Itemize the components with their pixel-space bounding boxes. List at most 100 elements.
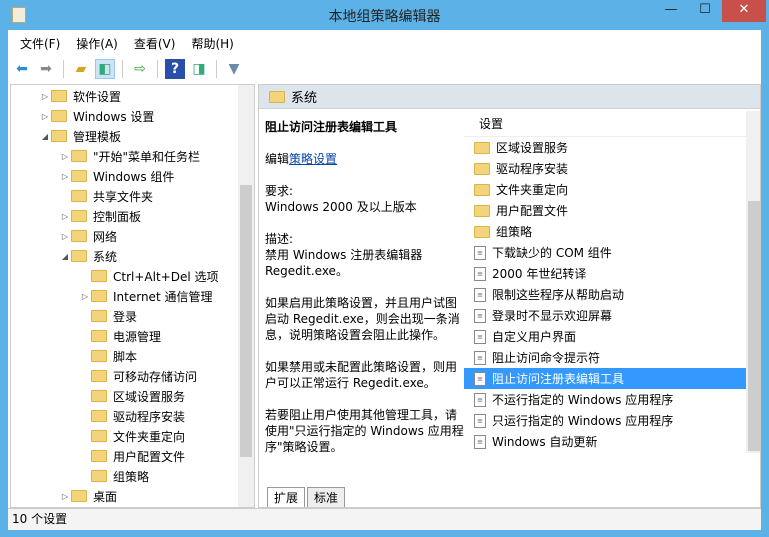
list-item[interactable]: ≡ 不运行指定的 Windows 应用程序 <box>464 389 746 410</box>
list-item[interactable]: ≡ 只运行指定的 Windows 应用程序 <box>464 410 746 431</box>
folder-icon <box>91 330 107 342</box>
up-folder-icon[interactable]: ▰ <box>71 59 91 79</box>
description-text: 禁用 Windows 注册表编辑器 Regedit.exe。 <box>265 248 423 278</box>
tree-item[interactable]: 组策略 <box>79 466 149 486</box>
tree-item[interactable]: Ctrl+Alt+Del 选项 <box>79 266 218 286</box>
tree-item-label: 控制面板 <box>93 209 142 224</box>
scroll-thumb[interactable] <box>748 201 760 451</box>
tree-item[interactable]: 共享文件夹 <box>59 186 153 206</box>
list-item[interactable]: ≡ 下载缺少的 COM 组件 <box>464 242 746 263</box>
expand-arrow-icon[interactable]: ▷ <box>59 492 71 501</box>
policy-icon: ≡ <box>474 392 486 407</box>
list-item[interactable]: ≡ Windows 自动更新 <box>464 431 746 452</box>
folder-icon <box>91 350 107 362</box>
list-item[interactable]: ≡ 限制这些程序从帮助启动 <box>464 284 746 305</box>
tree-item[interactable]: 区域设置服务 <box>79 386 185 406</box>
list-scrollbar[interactable] <box>746 111 760 453</box>
folder-icon <box>269 90 285 103</box>
tree-item[interactable]: 电源管理 <box>79 326 161 346</box>
list-item-label: 限制这些程序从帮助启动 <box>492 288 625 302</box>
list-item[interactable]: 驱动程序安装 <box>464 158 746 179</box>
list-item[interactable]: 文件夹重定向 <box>464 179 746 200</box>
list-item-label: 下载缺少的 COM 组件 <box>492 246 612 260</box>
tree-item[interactable]: ▷ 桌面 <box>59 486 117 506</box>
expand-arrow-icon[interactable]: ▷ <box>39 112 51 121</box>
list-item-label: 驱动程序安装 <box>496 162 569 176</box>
tree-item-label: Windows 组件 <box>93 169 175 184</box>
list-item-label: 只运行指定的 Windows 应用程序 <box>492 414 674 428</box>
tab-extended[interactable]: 扩展 <box>267 487 306 507</box>
expand-arrow-icon[interactable]: ◢ <box>39 132 51 141</box>
description-panel: 阻止访问注册表编辑工具 编辑策略设置 要求: Windows 2000 及以上版本… <box>265 119 465 471</box>
tree-item-label: 软件设置 <box>73 89 122 104</box>
expand-arrow-icon[interactable]: ◢ <box>59 252 71 261</box>
list-item[interactable]: 区域设置服务 <box>464 137 746 158</box>
action-pane-icon[interactable]: ◨ <box>189 59 209 79</box>
tree-item[interactable]: ▷ "开始"菜单和任务栏 <box>59 146 200 166</box>
title-bar: 本地组策略编辑器 — ☐ ✕ <box>0 0 769 30</box>
tree-item[interactable]: 脚本 <box>79 346 137 366</box>
list-item[interactable]: ≡ 阻止访问注册表编辑工具 <box>464 368 746 389</box>
tree-item[interactable]: ▷ Windows 组件 <box>59 166 174 186</box>
expand-arrow-icon[interactable]: ▷ <box>59 232 71 241</box>
requirements-label: 要求: <box>265 184 294 198</box>
menu-action[interactable]: 操作(A) <box>76 35 118 52</box>
tree-item-label: 共享文件夹 <box>93 189 154 204</box>
help-icon[interactable]: ? <box>165 59 185 79</box>
tree-scrollbar[interactable] <box>238 85 254 507</box>
divider <box>63 60 64 78</box>
list-item[interactable]: 组策略 <box>464 221 746 242</box>
tree-item[interactable]: 驱动程序安装 <box>79 406 185 426</box>
close-button[interactable]: ✕ <box>722 0 766 22</box>
tree-item[interactable]: ▷ Internet 通信管理 <box>79 286 213 306</box>
policy-icon: ≡ <box>474 371 486 386</box>
tree-item-label: 可移动存储访问 <box>113 369 198 384</box>
tree-item-label: 用户配置文件 <box>113 449 186 464</box>
menu-file[interactable]: 文件(F) <box>20 35 60 52</box>
tree-item-label: 文件夹重定向 <box>113 429 186 444</box>
filter-icon[interactable]: ▼ <box>224 59 244 79</box>
minimize-button[interactable]: — <box>654 0 688 22</box>
list-item[interactable]: ≡ 2000 年世纪转译 <box>464 263 746 284</box>
tree-item[interactable]: 用户配置文件 <box>79 446 185 466</box>
folder-icon <box>474 204 490 217</box>
menu-help[interactable]: 帮助(H) <box>191 35 233 52</box>
maximize-button[interactable]: ☐ <box>688 0 722 22</box>
tree-item[interactable]: ◢ 系统 <box>59 246 117 266</box>
tree-item[interactable]: ▷ Windows 设置 <box>39 106 154 126</box>
tree-item-label: 网络 <box>93 229 118 244</box>
expand-arrow-icon[interactable]: ▷ <box>79 292 91 301</box>
tree-pane: ▷ 软件设置 ▷ Windows 设置 ◢ 管理模板 ▷ "开始"菜单和任务栏 ▷ Windows… <box>10 84 255 508</box>
list-item[interactable]: ≡ 自定义用户界面 <box>464 326 746 347</box>
tree-item[interactable]: 登录 <box>79 306 137 326</box>
forward-icon[interactable]: ➡ <box>36 59 56 79</box>
menu-view[interactable]: 查看(V) <box>134 35 176 52</box>
tab-standard[interactable]: 标准 <box>307 487 346 507</box>
list-item-label: 登录时不显示欢迎屏幕 <box>492 309 613 323</box>
list-item[interactable]: ≡ 登录时不显示欢迎屏幕 <box>464 305 746 326</box>
menu-bar: 文件(F) 操作(A) 查看(V) 帮助(H) <box>8 30 761 56</box>
show-hide-tree-icon[interactable]: ◧ <box>95 59 115 79</box>
list-item-label: 区域设置服务 <box>496 141 569 155</box>
expand-arrow-icon[interactable]: ▷ <box>39 92 51 101</box>
list-item-label: 用户配置文件 <box>496 204 569 218</box>
expand-arrow-icon[interactable]: ▷ <box>59 172 71 181</box>
expand-arrow-icon[interactable]: ▷ <box>59 212 71 221</box>
expand-arrow-icon[interactable]: ▷ <box>59 152 71 161</box>
tree-item[interactable]: ◢ 管理模板 <box>39 126 121 146</box>
list-item[interactable]: 用户配置文件 <box>464 200 746 221</box>
tree-item[interactable]: 可移动存储访问 <box>79 366 197 386</box>
tree-item[interactable]: 文件夹重定向 <box>79 426 185 446</box>
export-list-icon[interactable]: ⇨ <box>130 59 150 79</box>
back-icon[interactable]: ⬅ <box>12 59 32 79</box>
tree-item[interactable]: ▷ 网络 <box>59 226 117 246</box>
folder-icon <box>71 150 87 162</box>
scroll-thumb[interactable] <box>240 185 252 457</box>
edit-policy-link[interactable]: 策略设置 <box>289 152 337 166</box>
column-header-setting[interactable]: 设置 <box>464 111 760 137</box>
tree-item[interactable]: ▷ 软件设置 <box>39 86 121 106</box>
toolbar: ⬅ ➡ ▰ ◧ ⇨ ? ◨ ▼ <box>8 56 761 82</box>
tree-item[interactable]: ▷ 控制面板 <box>59 206 141 226</box>
list-item[interactable]: ≡ 阻止访问命令提示符 <box>464 347 746 368</box>
policy-title: 阻止访问注册表编辑工具 <box>265 120 398 134</box>
